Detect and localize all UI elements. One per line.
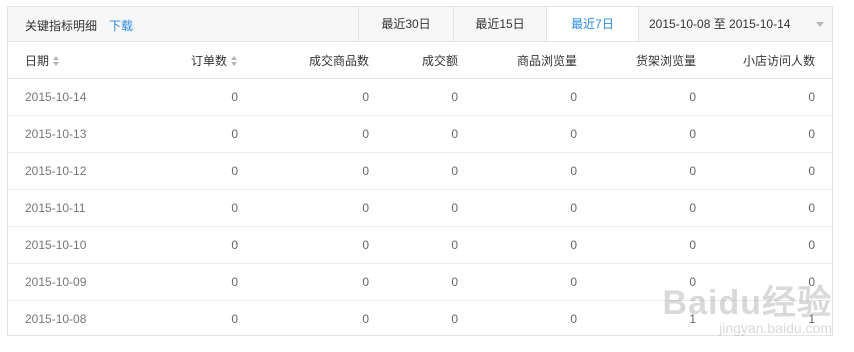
- range-7-days-label: 最近7日: [571, 17, 614, 31]
- cell-items-sold: 0: [255, 263, 386, 301]
- column-header-label: 成交商品数: [308, 53, 369, 68]
- cell-orders: 0: [156, 263, 255, 301]
- cell-shelf-views: 0: [594, 78, 713, 116]
- cell-date: 2015-10-08: [25, 312, 87, 326]
- cell-product-views: 0: [475, 263, 594, 301]
- range-30-days-label: 最近30日: [381, 17, 431, 31]
- cell-orders: 0: [156, 189, 255, 227]
- table-row: 2015-10-09 0 0 0 0 0 0: [8, 263, 832, 301]
- column-header-revenue: 成交额: [386, 42, 475, 79]
- table-header-row: 日期 订单数 成交商品数 成交额 商品浏览量 货架浏览量 小店访问人数: [8, 42, 832, 79]
- date-range-value: 2015-10-08 至 2015-10-14: [649, 17, 791, 31]
- column-header-label: 商品浏览量: [516, 53, 577, 68]
- cell-shelf-views: 0: [594, 152, 713, 190]
- cell-shelf-views: 0: [594, 226, 713, 264]
- cell-orders: 0: [231, 312, 238, 326]
- cell-product-views: 0: [475, 78, 594, 116]
- cell-shop-visitors: 1: [808, 312, 815, 326]
- table-row: 2015-10-13 0 0 0 0 0 0: [8, 115, 832, 153]
- table-row: 2015-10-10 0 0 0 0 0 0: [8, 226, 832, 264]
- cell-product-views: 0: [475, 226, 594, 264]
- column-header-orders[interactable]: 订单数: [156, 42, 255, 79]
- cell-items-sold: 0: [255, 189, 386, 227]
- cell-date: 2015-10-12: [8, 152, 156, 190]
- column-header-product-views: 商品浏览量: [475, 42, 594, 79]
- column-header-shelf-views: 货架浏览量: [594, 42, 713, 79]
- cell-items-sold: 0: [255, 226, 386, 264]
- metrics-table: 日期 订单数 成交商品数 成交额 商品浏览量 货架浏览量 小店访问人数 2015…: [8, 42, 832, 337]
- cell-shop-visitors: 0: [713, 78, 832, 116]
- range-7-days-button[interactable]: 最近7日: [546, 7, 638, 41]
- cell-revenue: 0: [451, 312, 458, 326]
- column-header-shop-visitors: 小店访问人数: [713, 42, 832, 79]
- range-30-days-button[interactable]: 最近30日: [358, 7, 453, 41]
- cell-items-sold: 0: [255, 152, 386, 190]
- cell-shelf-views: 1: [689, 312, 696, 326]
- cell-date: 2015-10-13: [8, 115, 156, 153]
- cell-shop-visitors: 0: [713, 152, 832, 190]
- cell-revenue: 0: [386, 115, 475, 153]
- column-header-label: 小店访问人数: [742, 53, 815, 68]
- cell-shop-visitors: 0: [713, 226, 832, 264]
- cell-date: 2015-10-14: [8, 78, 156, 116]
- cell-items-sold: 0: [255, 78, 386, 116]
- sort-icon[interactable]: [231, 56, 238, 67]
- table-row: 2015-10-14 0 0 0 0 0 0: [8, 78, 832, 116]
- cell-date: 2015-10-11: [8, 189, 156, 227]
- cell-revenue: 0: [386, 189, 475, 227]
- cell-revenue: 0: [386, 226, 475, 264]
- range-15-days-button[interactable]: 最近15日: [453, 7, 546, 41]
- cell-orders: 0: [156, 226, 255, 264]
- column-header-date[interactable]: 日期: [8, 42, 156, 79]
- column-header-label: 日期: [25, 53, 50, 68]
- panel-toolbar: 关键指标明细 下载 最近30日 最近15日 最近7日 2015-10-08 至 …: [8, 7, 832, 42]
- table-row: 2015-10-12 0 0 0 0 0 0: [8, 152, 832, 190]
- column-header-label: 货架浏览量: [635, 53, 696, 68]
- column-header-label: 成交额: [421, 53, 458, 68]
- cell-orders: 0: [156, 115, 255, 153]
- download-link[interactable]: 下载: [109, 17, 133, 34]
- cell-product-views: 0: [475, 115, 594, 153]
- column-header-items-sold: 成交商品数: [255, 42, 386, 79]
- cell-orders: 0: [156, 152, 255, 190]
- date-range-picker[interactable]: 2015-10-08 至 2015-10-14: [638, 7, 832, 41]
- column-header-label: 订单数: [190, 53, 227, 68]
- cell-date: 2015-10-09: [8, 263, 156, 301]
- sort-icon[interactable]: [53, 56, 60, 67]
- cell-shelf-views: 0: [594, 189, 713, 227]
- cell-shop-visitors: 0: [713, 115, 832, 153]
- cell-shelf-views: 0: [594, 115, 713, 153]
- table-row: 2015-10-11 0 0 0 0 0 0: [8, 189, 832, 227]
- cell-shop-visitors: 0: [713, 263, 832, 301]
- cell-items-sold: 0: [255, 115, 386, 153]
- cell-date: 2015-10-10: [8, 226, 156, 264]
- table-row: 2015-10-08 0 0 0 0 1 1: [8, 301, 832, 338]
- cell-product-views: 0: [475, 152, 594, 190]
- cell-revenue: 0: [386, 263, 475, 301]
- panel-title: 关键指标明细: [25, 19, 98, 33]
- range-15-days-label: 最近15日: [475, 17, 525, 31]
- cell-orders: 0: [156, 78, 255, 116]
- cell-shop-visitors: 0: [713, 189, 832, 227]
- cell-product-views: 0: [570, 312, 577, 326]
- cell-shelf-views: 0: [594, 263, 713, 301]
- cell-revenue: 0: [386, 78, 475, 116]
- chevron-down-icon: [816, 22, 824, 27]
- cell-revenue: 0: [386, 152, 475, 190]
- cell-product-views: 0: [475, 189, 594, 227]
- cell-items-sold: 0: [362, 312, 369, 326]
- key-metrics-panel: 关键指标明细 下载 最近30日 最近15日 最近7日 2015-10-08 至 …: [7, 6, 833, 336]
